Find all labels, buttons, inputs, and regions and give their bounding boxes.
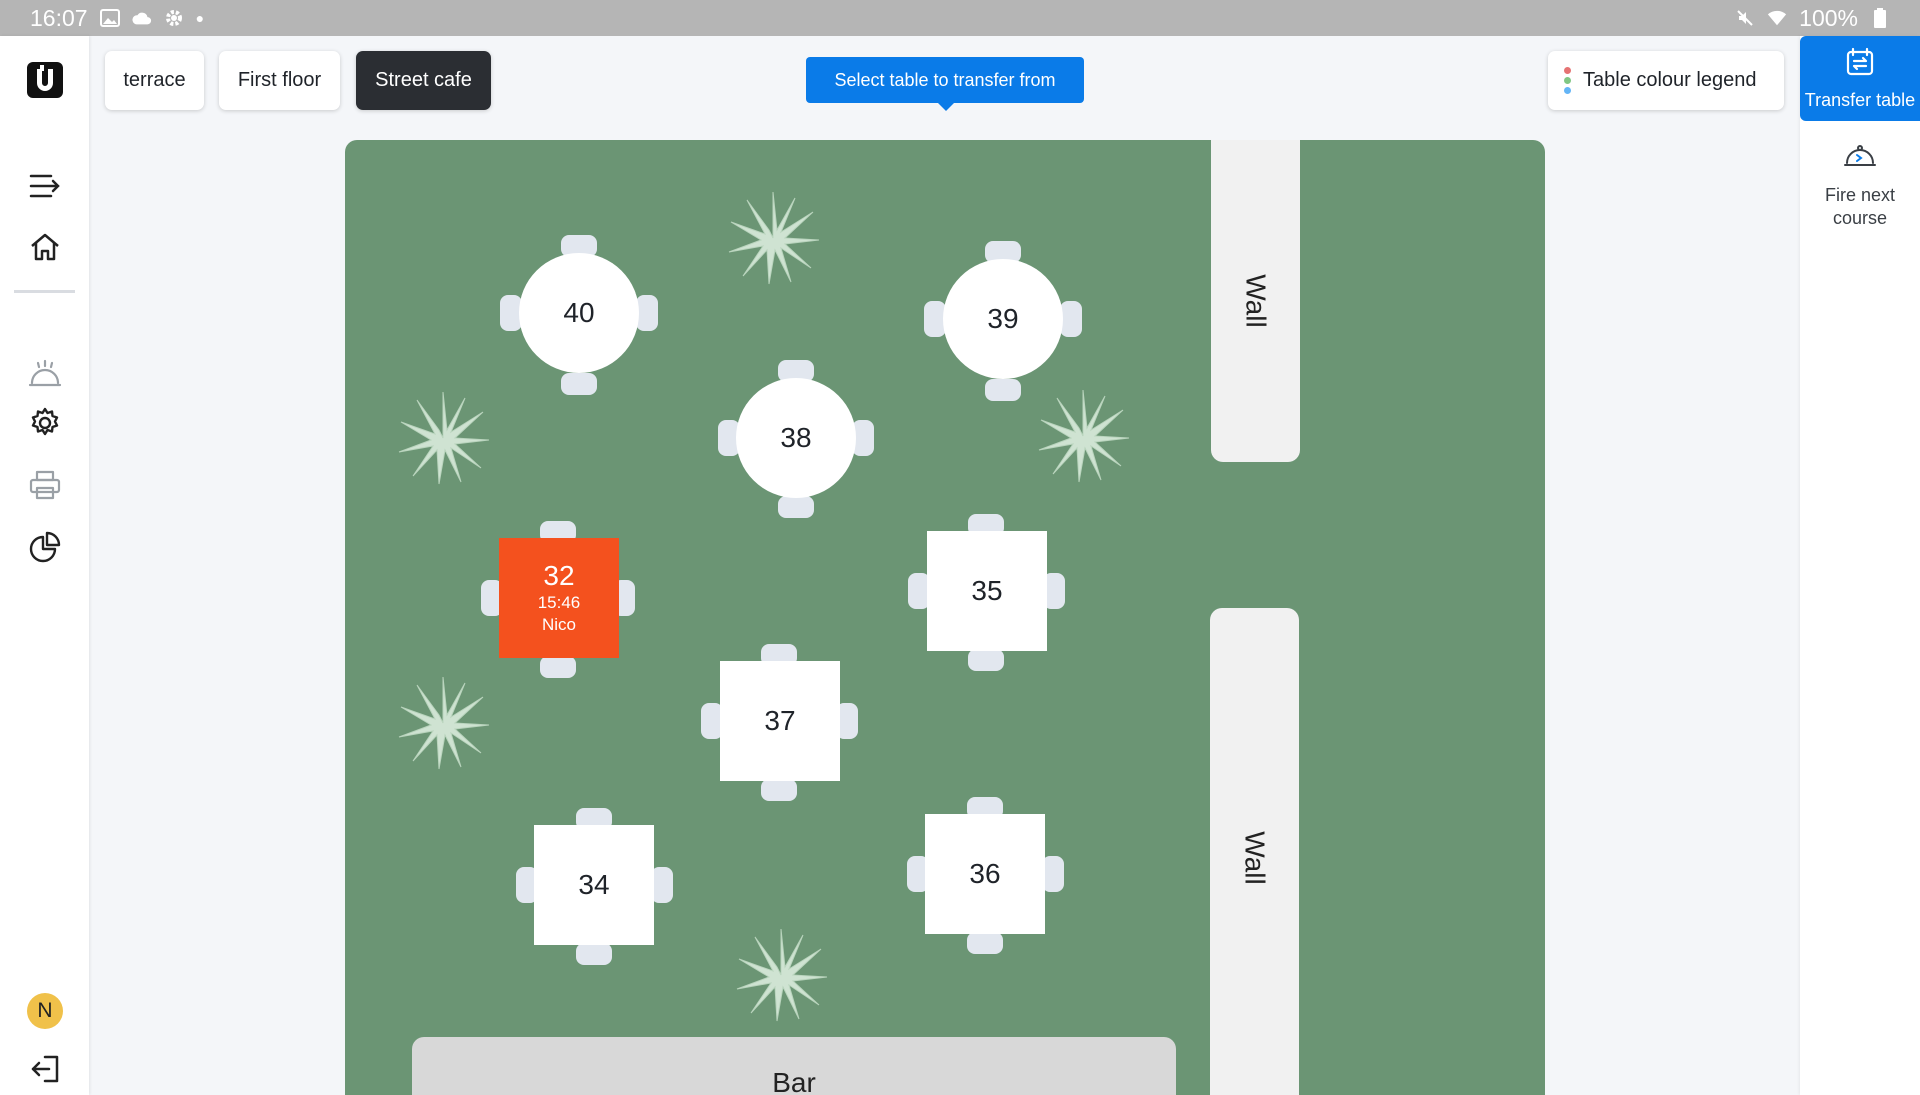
plant-icon (736, 928, 828, 1022)
user-avatar[interactable]: N (27, 993, 63, 1029)
tab-label: First floor (237, 69, 322, 91)
table-number: 34 (578, 869, 610, 900)
table-34[interactable]: 34 (534, 825, 654, 945)
table-colour-legend-button[interactable]: Table colour legend (1548, 51, 1784, 110)
transfer-hint-tooltip: Select table to transfer from (806, 57, 1084, 111)
table-number: 40 (563, 297, 595, 328)
transfer-table-button[interactable]: Transfer table (1800, 36, 1920, 121)
tab-label: Street cafe (375, 69, 472, 91)
chair (967, 932, 1003, 954)
transfer-table-label: Transfer table (1804, 90, 1916, 110)
chair (1042, 856, 1064, 892)
battery-icon (1870, 8, 1890, 28)
table-number: 32 (543, 560, 575, 591)
plant-icon (728, 191, 820, 285)
chair (985, 379, 1021, 401)
plant-icon (398, 391, 490, 485)
transfer-table-icon (1845, 47, 1875, 82)
hint-text: Select table to transfer from (834, 69, 1056, 90)
table-number: 36 (969, 858, 1001, 889)
more-notifications-dot-icon: ● (195, 10, 205, 26)
settings-gear-icon[interactable] (20, 398, 70, 448)
chair (968, 649, 1004, 671)
bar-counter: Bar (412, 1037, 1176, 1095)
chair (778, 496, 814, 518)
table-35[interactable]: 35 (927, 531, 1047, 651)
wall-top: Wall (1211, 140, 1300, 462)
chair (540, 656, 576, 678)
table-36[interactable]: 36 (925, 814, 1045, 934)
bar-label: Bar (772, 1067, 816, 1095)
table-37[interactable]: 37 (720, 661, 840, 781)
table-32[interactable]: 32 15:46 Nico (499, 538, 619, 658)
mute-icon (1735, 9, 1755, 27)
fire-course-icon (1843, 141, 1877, 176)
chair (1060, 301, 1082, 337)
action-panel: Transfer table Fire next course (1800, 36, 1920, 1095)
printer-icon[interactable] (20, 460, 70, 510)
table-open-time: 15:46 (537, 593, 581, 612)
chair (636, 295, 658, 331)
status-bar: 16:07 ● 100% (0, 0, 1920, 36)
reports-pie-chart-icon[interactable] (20, 522, 70, 572)
table-number: 38 (780, 422, 812, 453)
table-number: 35 (971, 575, 1003, 606)
table-39[interactable]: 39 (943, 259, 1063, 379)
tab-street-cafe[interactable]: Street cafe (356, 51, 491, 110)
status-time: 16:07 (30, 4, 88, 31)
kitchen-cloche-icon[interactable] (20, 348, 70, 398)
plant-icon (1038, 389, 1130, 483)
tab-terrace[interactable]: terrace (105, 51, 204, 110)
table-number: 37 (764, 705, 796, 736)
table-number: 39 (987, 303, 1019, 334)
navigation-rail: N (0, 36, 89, 1095)
logout-icon[interactable] (20, 1044, 70, 1094)
chair (561, 373, 597, 395)
table-40[interactable]: 40 (519, 253, 639, 373)
wifi-icon (1767, 9, 1787, 27)
rail-divider (14, 290, 75, 293)
tab-label: terrace (123, 69, 186, 91)
table-38[interactable]: 38 (736, 378, 856, 498)
tab-first-floor[interactable]: First floor (219, 51, 340, 110)
battery-percent: 100% (1799, 4, 1858, 31)
legend-label: Table colour legend (1583, 69, 1757, 91)
expand-menu-icon[interactable] (20, 161, 70, 211)
floor-plan: Wall Wall Bar 40 39 38 32 15:46 Nico 35 … (345, 140, 1545, 1095)
wall-label: Wall (1240, 274, 1272, 328)
traffic-light-icon (1564, 67, 1571, 94)
wall-bottom: Wall (1210, 608, 1299, 1095)
settings-notification-icon (164, 9, 184, 27)
chair (761, 779, 797, 801)
fire-next-course-label: Fire next course (1824, 185, 1896, 228)
app-logo (20, 55, 70, 105)
table-waiter: Nico (541, 615, 576, 634)
chair (576, 943, 612, 965)
fire-next-course-button[interactable]: Fire next course (1800, 141, 1920, 261)
cloud-icon (131, 9, 152, 27)
image-notification-icon (99, 9, 120, 27)
wall-label: Wall (1239, 831, 1271, 885)
home-icon[interactable] (20, 222, 70, 272)
plant-icon (398, 676, 490, 770)
chair (651, 867, 673, 903)
